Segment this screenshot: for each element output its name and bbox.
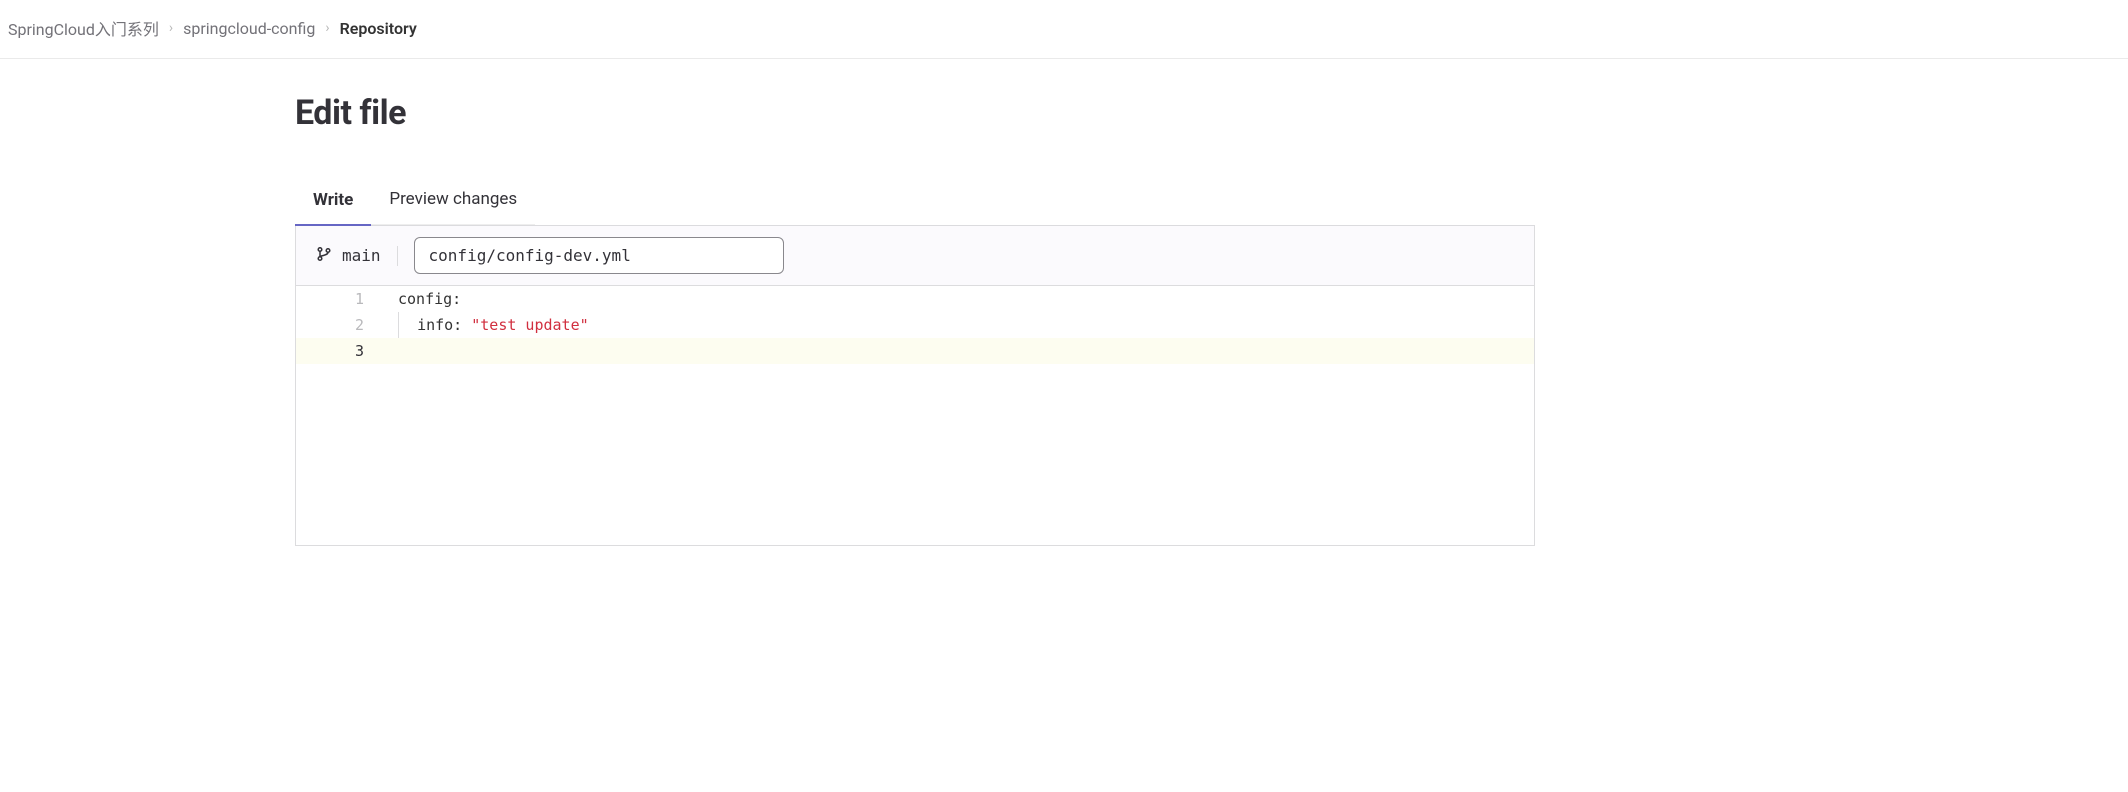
tabs: Write Preview changes xyxy=(295,177,1535,226)
code-token-string: "test update" xyxy=(471,316,588,334)
line-number: 3 xyxy=(296,338,376,364)
line-number: 2 xyxy=(296,312,376,338)
code-line: 1 config: xyxy=(296,286,1534,312)
branch-indicator: main xyxy=(316,246,398,266)
code-token-key: info: xyxy=(417,316,471,334)
tab-preview-changes[interactable]: Preview changes xyxy=(371,177,535,225)
editor-toolbar: main xyxy=(295,226,1535,286)
branch-name: main xyxy=(342,246,381,265)
chevron-right-icon: › xyxy=(169,20,173,36)
code-editor[interactable]: 1 config: 2 info: "test update" 3 xyxy=(295,286,1535,546)
breadcrumb-item-current[interactable]: Repository xyxy=(340,19,417,38)
branch-icon xyxy=(316,246,332,266)
chevron-right-icon: › xyxy=(325,20,329,36)
tab-write[interactable]: Write xyxy=(295,178,371,226)
breadcrumb-item[interactable]: SpringCloud入门系列 xyxy=(8,16,159,40)
page-title: Edit file xyxy=(295,93,1535,133)
breadcrumb: SpringCloud入门系列 › springcloud-config › R… xyxy=(0,0,2128,59)
code-token-key: config: xyxy=(398,290,461,308)
code-line: 2 info: "test update" xyxy=(296,312,1534,338)
code-line-current: 3 xyxy=(296,338,1534,364)
breadcrumb-item[interactable]: springcloud-config xyxy=(183,19,315,38)
line-number: 1 xyxy=(296,286,376,312)
indent-guide xyxy=(398,312,399,338)
file-path-input[interactable] xyxy=(414,237,784,274)
